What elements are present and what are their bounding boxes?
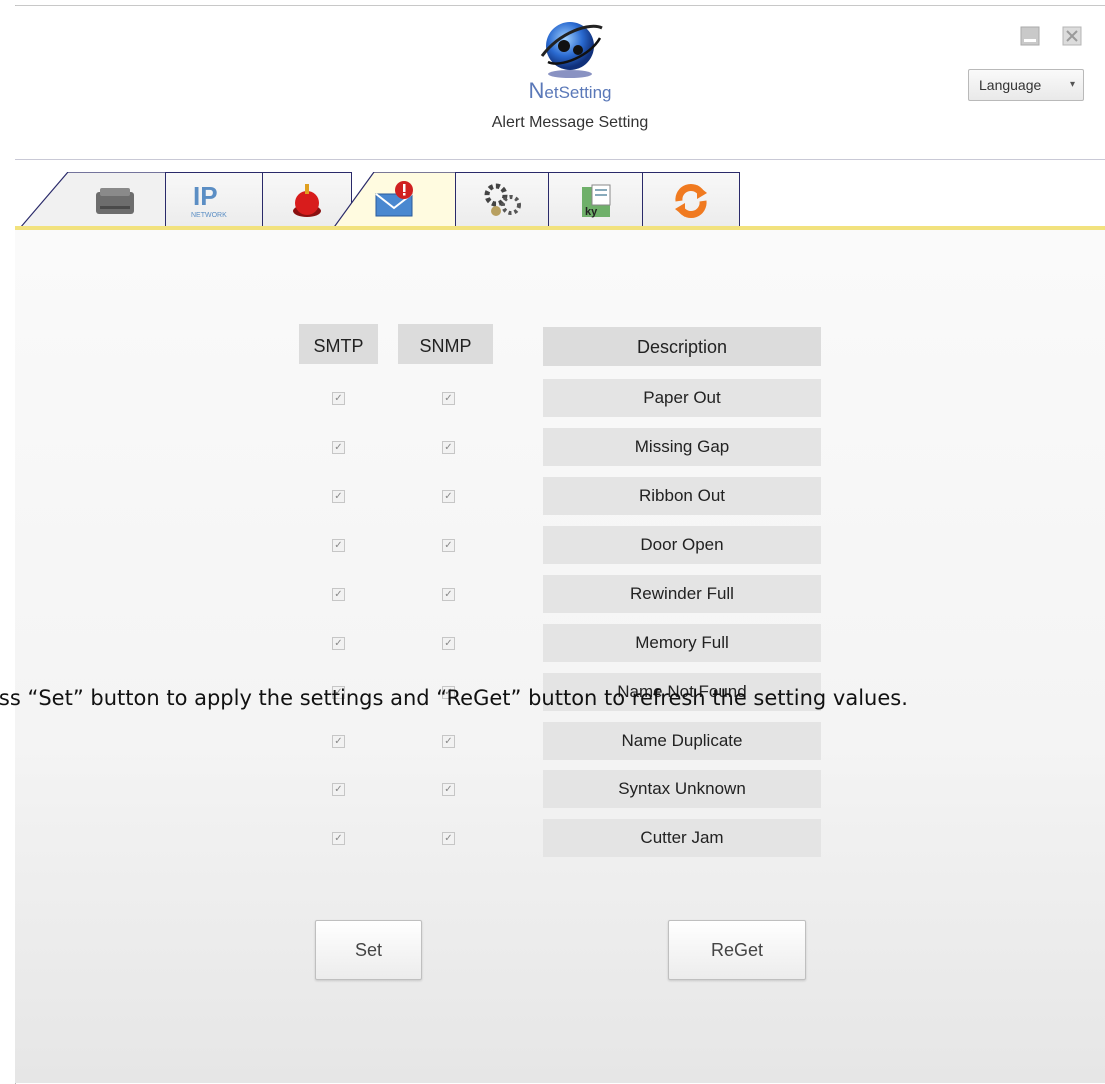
smtp-checkbox[interactable]: ✓ xyxy=(332,392,345,405)
set-button[interactable]: Set xyxy=(315,920,422,980)
smtp-checkbox[interactable]: ✓ xyxy=(332,735,345,748)
snmp-checkbox[interactable]: ✓ xyxy=(442,783,455,796)
smtp-checkbox[interactable]: ✓ xyxy=(332,539,345,552)
alert-description-cell: Paper Out xyxy=(543,379,821,417)
tab-ip-network[interactable]: IP NETWORK xyxy=(165,172,263,228)
snmp-checkbox[interactable]: ✓ xyxy=(442,637,455,650)
close-icon[interactable] xyxy=(1062,26,1082,46)
logo-wordmark-cap: N xyxy=(528,78,545,103)
alert-description-cell: Missing Gap xyxy=(543,428,821,466)
ip-network-icon: IP NETWORK xyxy=(191,181,227,219)
smtp-checkbox[interactable]: ✓ xyxy=(332,588,345,601)
smtp-checkbox[interactable]: ✓ xyxy=(332,441,345,454)
smtp-checkbox[interactable]: ✓ xyxy=(332,490,345,503)
snmp-checkbox[interactable]: ✓ xyxy=(442,588,455,601)
tab-key-file[interactable]: ky xyxy=(548,172,644,228)
logo-wordmark: NetSetting xyxy=(510,78,630,104)
snmp-checkbox[interactable]: ✓ xyxy=(442,735,455,748)
alert-description-cell: Name Duplicate xyxy=(543,722,821,760)
printer-icon xyxy=(96,188,134,214)
alert-description-cell: Memory Full xyxy=(543,624,821,662)
alert-description-cell: Ribbon Out xyxy=(543,477,821,515)
tab-bar: IP NETWORK ky xyxy=(15,160,1105,230)
alarm-button-icon xyxy=(293,183,321,217)
language-label: Language xyxy=(979,77,1042,93)
network-icon-text: NETWORK xyxy=(191,212,227,219)
svg-text:ky: ky xyxy=(585,206,598,218)
snmp-checkbox[interactable]: ✓ xyxy=(442,539,455,552)
alert-description-cell: Syntax Unknown xyxy=(543,770,821,808)
smtp-checkbox[interactable]: ✓ xyxy=(332,637,345,650)
alert-description-cell: Rewinder Full xyxy=(543,575,821,613)
instruction-caption-text: ess “Set” button to apply the settings a… xyxy=(0,686,908,710)
smtp-checkbox[interactable]: ✓ xyxy=(332,783,345,796)
snmp-checkbox[interactable]: ✓ xyxy=(442,490,455,503)
snmp-column-header: SNMP xyxy=(398,324,493,364)
snmp-checkbox[interactable]: ✓ xyxy=(442,392,455,405)
key-file-icon: ky xyxy=(582,184,611,218)
tab-refresh[interactable] xyxy=(642,172,740,228)
alert-description-cell: Cutter Jam xyxy=(543,819,821,857)
tab-printer[interactable] xyxy=(20,172,180,228)
chevron-down-icon: ▾ xyxy=(1069,79,1075,90)
snmp-checkbox[interactable]: ✓ xyxy=(442,441,455,454)
language-dropdown[interactable]: Language ▾ xyxy=(968,69,1084,101)
alert-description-cell: Door Open xyxy=(543,526,821,564)
tab-alert-message[interactable] xyxy=(332,172,457,230)
gears-icon xyxy=(484,183,521,216)
minimize-icon[interactable] xyxy=(1020,26,1040,46)
ip-icon-text: IP xyxy=(193,181,218,211)
logo-wordmark-rest: etSetting xyxy=(544,83,612,102)
tab-configuration[interactable] xyxy=(455,172,550,228)
refresh-icon xyxy=(675,183,707,218)
smtp-checkbox[interactable]: ✓ xyxy=(332,832,345,845)
reget-button[interactable]: ReGet xyxy=(668,920,806,980)
page-subtitle: Alert Message Setting xyxy=(491,114,649,131)
snmp-checkbox[interactable]: ✓ xyxy=(442,832,455,845)
header: NetSetting Alert Message Setting Languag… xyxy=(15,6,1105,162)
smtp-column-header: SMTP xyxy=(299,324,378,364)
description-column-header: Description xyxy=(543,327,821,366)
instruction-caption: ess “Set” button to apply the settings a… xyxy=(0,684,1105,714)
